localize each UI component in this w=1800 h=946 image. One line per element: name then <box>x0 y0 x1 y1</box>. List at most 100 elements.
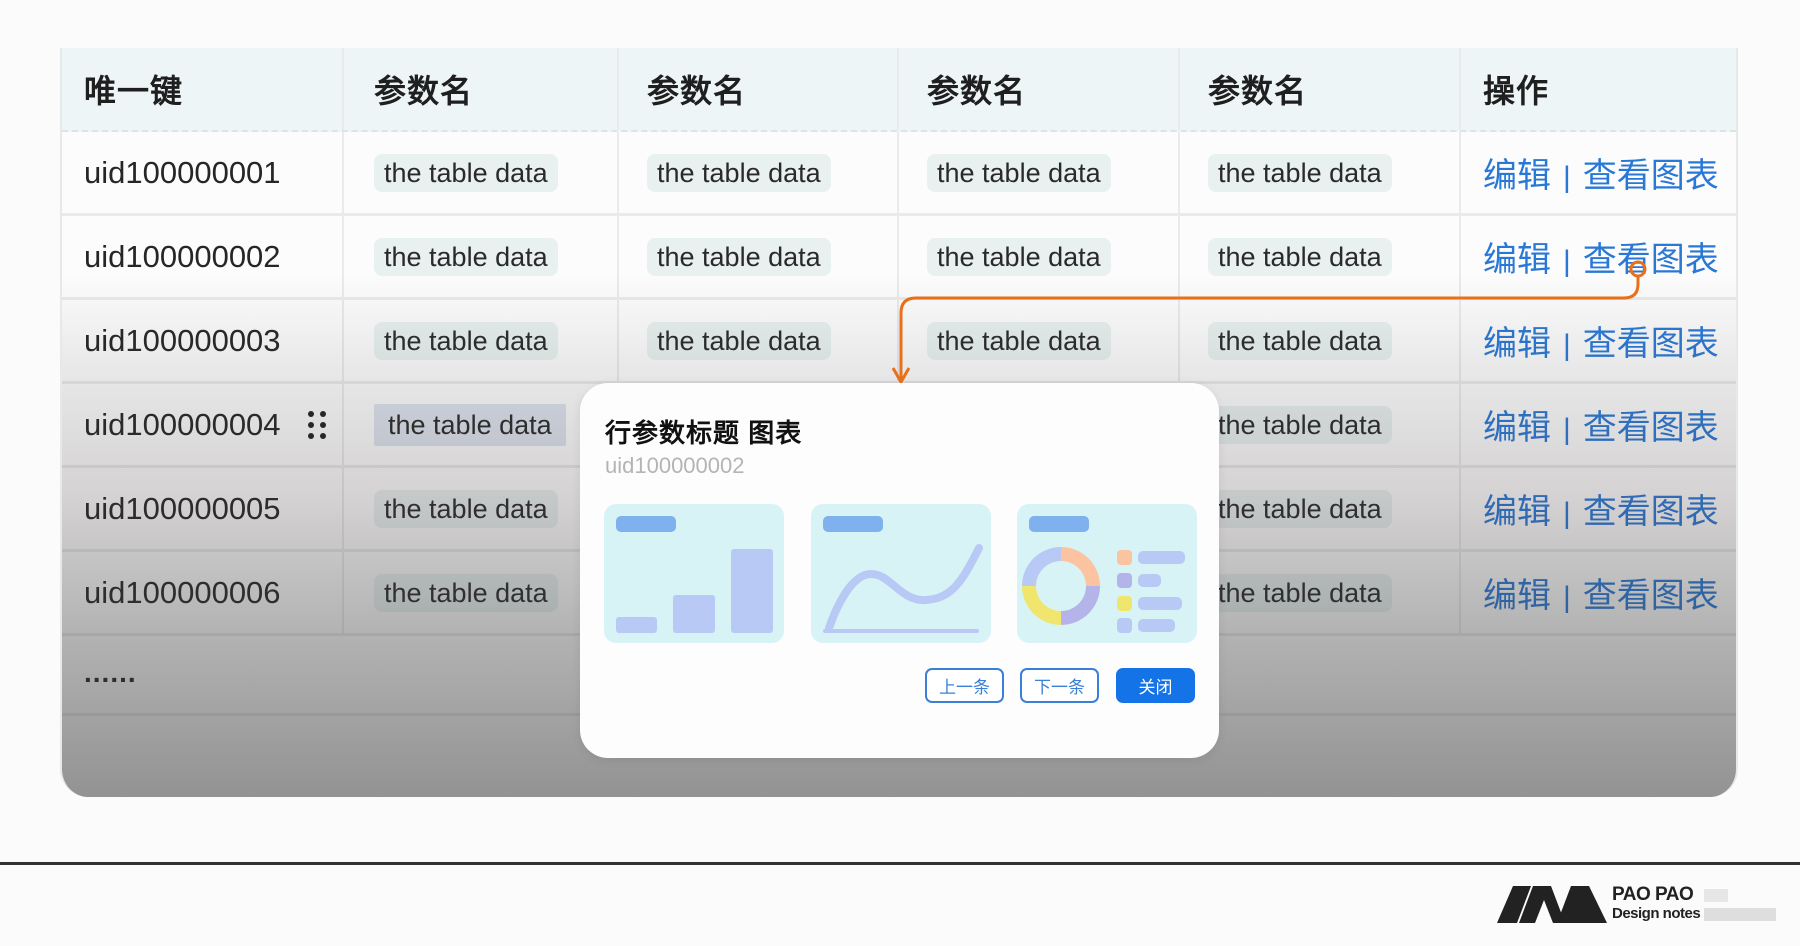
data-tag: the table data <box>1208 489 1392 528</box>
header-actions: 操作 <box>1483 73 1550 109</box>
header-cell: 参数名 <box>619 48 899 130</box>
header-cell: 唯一键 <box>62 48 344 130</box>
bar-chart-icon <box>616 549 773 633</box>
bar-medium <box>673 595 715 633</box>
donut-slice-blue <box>1022 547 1061 586</box>
bar-small <box>616 617 657 633</box>
table-row: uid100000002 the table data the table data… <box>62 216 1736 300</box>
uid-cell: uid100000004 <box>62 384 344 465</box>
modal-title: 行参数标题 图表 <box>605 418 803 448</box>
header-cell: 参数名 <box>344 48 619 130</box>
header-param-name: 参数名 <box>1208 73 1308 109</box>
data-cell: the table data <box>344 300 619 381</box>
uid-text: uid100000006 <box>84 574 281 610</box>
modal-subtitle: uid100000002 <box>605 453 745 478</box>
legend-label-placeholder <box>1138 574 1161 587</box>
data-tag: the table data <box>927 153 1111 192</box>
actions-cell: 编辑 | 查看图表 <box>1461 552 1736 633</box>
uid-cell: uid100000005 <box>62 468 344 549</box>
uid-text: uid100000001 <box>84 154 281 190</box>
data-cell: the table data <box>1180 552 1461 633</box>
donut-slice-purple <box>1061 586 1100 625</box>
actions-cell: 编辑 | 查看图表 <box>1461 216 1736 297</box>
uid-cell: uid100000003 <box>62 300 344 381</box>
bar-chart-thumbnail[interactable] <box>604 504 784 643</box>
actions-cell: 编辑 | 查看图表 <box>1461 132 1736 213</box>
data-cell: the table data <box>344 216 619 297</box>
data-tag: the table data <box>374 573 558 612</box>
data-tag: the table data <box>927 237 1111 276</box>
edit-link[interactable]: 编辑 <box>1483 493 1551 531</box>
donut-slice-orange <box>1061 547 1100 586</box>
drag-handle-icon[interactable] <box>308 411 330 439</box>
data-tag: the table data <box>647 321 831 360</box>
view-chart-link[interactable]: 查看图表 <box>1583 577 1719 615</box>
data-cell: the table data <box>344 468 619 549</box>
more-cell: ...... <box>62 632 344 713</box>
legend-label-placeholder <box>1138 551 1185 564</box>
brand-decoration <box>1704 889 1728 902</box>
data-tag: the table data <box>647 153 831 192</box>
uid-cell: uid100000002 <box>62 216 344 297</box>
actions-cell: 编辑 | 查看图表 <box>1461 300 1736 381</box>
data-cell: the table data <box>344 384 619 465</box>
data-tag: the table data <box>1208 321 1392 360</box>
uid-text: uid100000004 <box>84 406 281 442</box>
data-tag: the table data <box>374 237 558 276</box>
header-param-name: 参数名 <box>374 73 474 109</box>
actions-cell: 编辑 | 查看图表 <box>1461 468 1736 549</box>
line-chart-icon <box>823 544 983 633</box>
data-cell: the table data <box>344 132 619 213</box>
action-separator: | <box>1563 413 1571 446</box>
data-tag: the table data <box>374 153 558 192</box>
data-tag: the table data <box>1208 153 1392 192</box>
prev-button[interactable]: 上一条 <box>925 668 1004 703</box>
uid-text: uid100000005 <box>84 490 281 526</box>
action-separator: | <box>1563 497 1571 530</box>
data-cell: the table data <box>899 300 1180 381</box>
edit-link[interactable]: 编辑 <box>1483 577 1551 615</box>
data-cell: the table data <box>619 216 899 297</box>
action-separator: | <box>1563 329 1571 362</box>
view-chart-link[interactable]: 查看图表 <box>1583 241 1719 279</box>
actions-cell: 编辑 | 查看图表 <box>1461 384 1736 465</box>
paopao-logo-icon <box>1497 886 1607 923</box>
header-unique-key: 唯一键 <box>84 73 184 109</box>
line-chart-thumbnail[interactable] <box>811 504 991 643</box>
edit-link[interactable]: 编辑 <box>1483 409 1551 447</box>
donut-chart-thumbnail[interactable] <box>1017 504 1197 643</box>
data-cell: the table data <box>1180 300 1461 381</box>
action-separator: | <box>1563 245 1571 278</box>
legend-label-placeholder <box>1138 619 1175 632</box>
header-cell: 参数名 <box>899 48 1180 130</box>
edit-link[interactable]: 编辑 <box>1483 325 1551 363</box>
data-tag: the table data <box>374 403 566 446</box>
header-cell: 参数名 <box>1180 48 1461 130</box>
bar-tall <box>731 549 773 633</box>
view-chart-link[interactable]: 查看图表 <box>1583 409 1719 447</box>
footer-divider <box>0 862 1800 865</box>
view-chart-link[interactable]: 查看图表 <box>1583 325 1719 363</box>
uid-cell: uid100000001 <box>62 132 344 213</box>
legend-label-placeholder <box>1138 597 1182 610</box>
uid-text: uid100000003 <box>84 322 281 358</box>
donut-chart-icon <box>1022 547 1185 633</box>
data-cell: the table data <box>1180 468 1461 549</box>
next-button[interactable]: 下一条 <box>1020 668 1099 703</box>
data-cell: the table data <box>899 132 1180 213</box>
header-param-name: 参数名 <box>927 73 1027 109</box>
edit-link[interactable]: 编辑 <box>1483 157 1551 195</box>
edit-link[interactable]: 编辑 <box>1483 241 1551 279</box>
view-chart-link[interactable]: 查看图表 <box>1583 157 1719 195</box>
data-tag: the table data <box>1208 573 1392 612</box>
data-cell: the table data <box>1180 384 1461 465</box>
brand-name: PAO PAO <box>1612 884 1694 905</box>
table-row: uid100000001 the table data the table data… <box>62 132 1736 216</box>
legend-swatch-purple <box>1117 573 1132 588</box>
close-button[interactable]: 关闭 <box>1116 668 1195 703</box>
action-separator: | <box>1563 581 1571 614</box>
view-chart-link[interactable]: 查看图表 <box>1583 493 1719 531</box>
data-cell: the table data <box>1180 132 1461 213</box>
legend-swatch-blue <box>1117 618 1132 633</box>
data-tag: the table data <box>1208 405 1392 444</box>
